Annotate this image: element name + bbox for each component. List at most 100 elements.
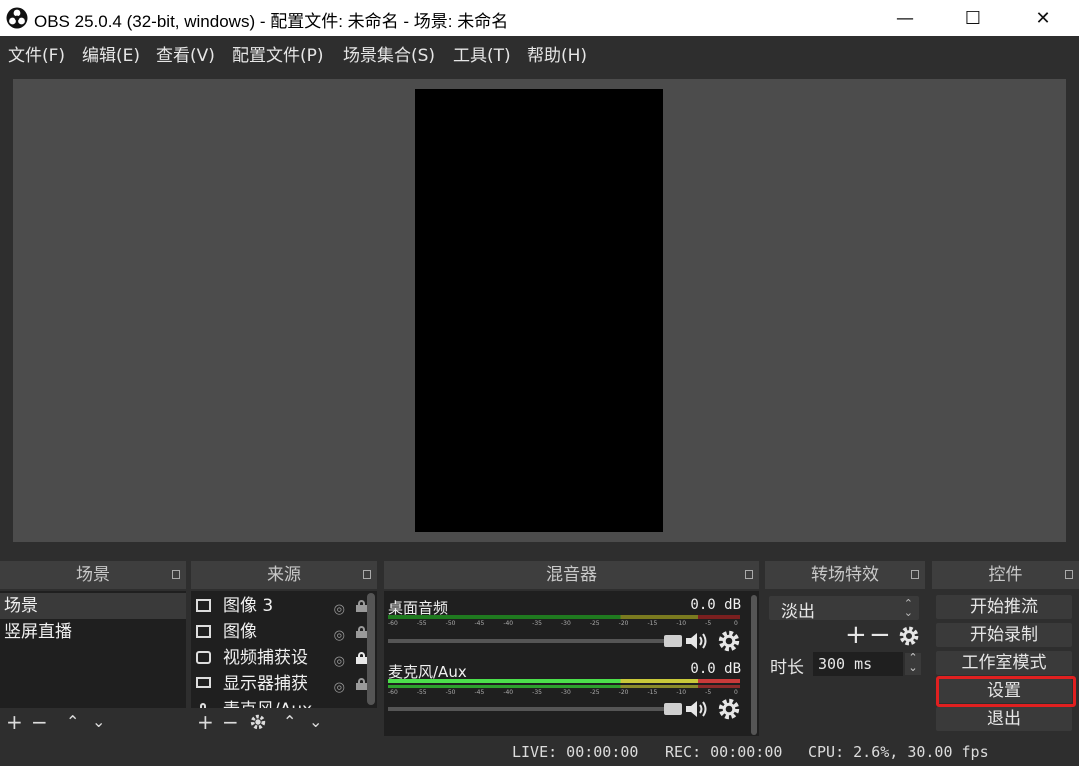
remove-transition-button[interactable]: − (869, 622, 891, 648)
meter-tick-label: -35 (532, 620, 542, 627)
dock-float-icon[interactable] (911, 570, 919, 579)
mixer-body: 桌面音频 0.0 dB -60 -55 -50 -45 -40 -35 -30 -25 -20-… (384, 591, 759, 736)
minimize-button[interactable]: — (869, 0, 941, 36)
menu-file[interactable]: 文件(F) (8, 41, 65, 66)
menu-view[interactable]: 查看(V) (156, 41, 215, 66)
duration-spinner[interactable]: ⌃ ⌄ (905, 652, 921, 675)
scenes-list: 场景 竖屏直播 + − ⌃ ⌄ (0, 591, 186, 736)
close-button[interactable]: ✕ (1007, 0, 1079, 36)
scene-item[interactable]: 场景 (0, 593, 186, 619)
meter-tick-label: -55 (416, 620, 427, 627)
move-scene-up-button[interactable]: ⌃ (66, 710, 79, 734)
title-bar: OBS 25.0.4 (32-bit, windows) - 配置文件: 未命名… (0, 0, 1079, 36)
meter-tick-label: -30 (561, 620, 571, 627)
remove-source-button[interactable]: − (222, 710, 239, 734)
visibility-icon[interactable]: ◎ (334, 597, 345, 619)
live-timer: LIVE: 00:00:00 (512, 743, 639, 761)
gear-icon (250, 714, 266, 730)
volume-slider[interactable] (388, 703, 682, 715)
maximize-button[interactable]: ☐ (937, 0, 1009, 36)
speaker-icon[interactable] (684, 699, 708, 719)
move-scene-down-button[interactable]: ⌄ (92, 710, 105, 734)
start-recording-button[interactable]: 开始录制 (936, 623, 1072, 647)
meter-ticks: -60 -55 -50 -45 -40 -35 -30 -25 -20 -15 -10 -5 0 (388, 620, 740, 628)
channel-db: 0.0 dB (690, 661, 741, 677)
preview-area[interactable] (13, 79, 1066, 542)
source-item[interactable]: 图像 3 ◎ (191, 593, 377, 619)
camera-icon (196, 651, 211, 664)
scenes-header: 场景 (0, 561, 186, 589)
maximize-icon: ☐ (964, 7, 982, 29)
lock-icon[interactable] (356, 626, 367, 638)
transitions-header: 转场特效 (765, 561, 925, 589)
meter-tick-label: -60 (388, 689, 398, 696)
transitions-body: 淡出 ⌃ ⌄ + − 时长 300 ms ⌃ ⌄ (765, 591, 925, 736)
sources-scrollbar[interactable] (367, 593, 375, 705)
menu-edit[interactable]: 编辑(E) (82, 41, 140, 66)
speaker-icon[interactable] (684, 631, 708, 651)
select-arrows-icon: ⌃ ⌄ (903, 597, 913, 619)
menu-help[interactable]: 帮助(H) (527, 41, 587, 66)
meter-tick-label: 0 (734, 620, 738, 627)
rec-timer: REC: 00:00:00 (665, 743, 783, 761)
meter-tick-label: 0 (734, 689, 738, 696)
transition-selected: 淡出 (781, 602, 815, 622)
dock-float-icon[interactable] (745, 570, 753, 579)
remove-scene-button[interactable]: − (31, 710, 48, 734)
image-icon (196, 599, 211, 612)
duration-input[interactable]: 300 ms (813, 652, 903, 676)
transition-select[interactable]: 淡出 ⌃ ⌄ (769, 596, 919, 622)
add-scene-button[interactable]: + (6, 710, 23, 734)
dock-float-icon[interactable] (363, 570, 371, 579)
add-source-button[interactable]: + (197, 710, 214, 734)
menu-bar: 文件(F) 编辑(E) 查看(V) 配置文件(P) 场景集合(S) 工具(T) … (0, 36, 1079, 70)
gear-icon[interactable] (717, 697, 741, 721)
slider-handle[interactable] (664, 635, 682, 647)
scene-item[interactable]: 竖屏直播 (0, 619, 186, 645)
source-item[interactable]: 视频捕获设 ◎ (191, 645, 377, 671)
source-item[interactable]: 图像 ◎ (191, 619, 377, 645)
volume-slider[interactable] (388, 635, 682, 647)
source-name: 图像 3 (223, 596, 274, 616)
status-bar: LIVE: 00:00:00 REC: 00:00:00 CPU: 2.6%, … (0, 738, 1079, 766)
lock-icon[interactable] (356, 600, 367, 612)
meter-tick-label: -10 (676, 689, 687, 696)
menu-scene-collection[interactable]: 场景集合(S) (343, 41, 435, 66)
controls-body: 开始推流 开始录制 工作室模式 设置 退出 (932, 591, 1079, 736)
mixer-scrollbar[interactable] (751, 595, 757, 735)
source-properties-button[interactable] (249, 712, 267, 736)
meter-tick-label: -45 (474, 620, 485, 627)
sources-title: 来源 (267, 565, 301, 585)
visibility-icon[interactable]: ◎ (334, 623, 345, 645)
visibility-icon[interactable]: ◎ (334, 675, 345, 697)
meter-tick-label: -30 (561, 689, 571, 696)
meter-tick-label: -5 (705, 689, 712, 696)
dock-float-icon[interactable] (1065, 570, 1073, 579)
visibility-icon[interactable]: ◎ (334, 649, 345, 671)
exit-button[interactable]: 退出 (936, 707, 1072, 731)
obs-logo-icon (6, 7, 28, 29)
gear-icon[interactable] (898, 625, 920, 647)
dock-float-icon[interactable] (172, 570, 180, 579)
sources-list: 图像 3 ◎ 图像 ◎ 视频捕获设 ◎ 显示器捕获 ◎ 麦克风/Aux (191, 591, 377, 736)
meter-tick-label: -50 (445, 620, 456, 627)
preview-canvas[interactable] (415, 89, 663, 532)
move-source-up-button[interactable]: ⌃ (283, 710, 296, 734)
lock-icon[interactable] (356, 678, 367, 690)
source-item[interactable]: 显示器捕获 ◎ (191, 671, 377, 697)
image-icon (196, 625, 211, 638)
slider-handle[interactable] (664, 703, 682, 715)
source-name: 显示器捕获 (223, 674, 308, 694)
meter-tick-label: -15 (647, 689, 658, 696)
controls-dock: 控件 开始推流 开始录制 工作室模式 设置 退出 (932, 561, 1079, 736)
move-source-down-button[interactable]: ⌄ (309, 710, 322, 734)
gear-icon[interactable] (717, 629, 741, 653)
menu-tools[interactable]: 工具(T) (453, 41, 511, 66)
lock-icon[interactable] (356, 652, 367, 664)
add-transition-button[interactable]: + (845, 622, 867, 648)
studio-mode-button[interactable]: 工作室模式 (936, 651, 1072, 675)
monitor-icon (196, 677, 211, 688)
transitions-title: 转场特效 (811, 565, 879, 585)
menu-profile[interactable]: 配置文件(P) (232, 41, 324, 66)
start-streaming-button[interactable]: 开始推流 (936, 595, 1072, 619)
